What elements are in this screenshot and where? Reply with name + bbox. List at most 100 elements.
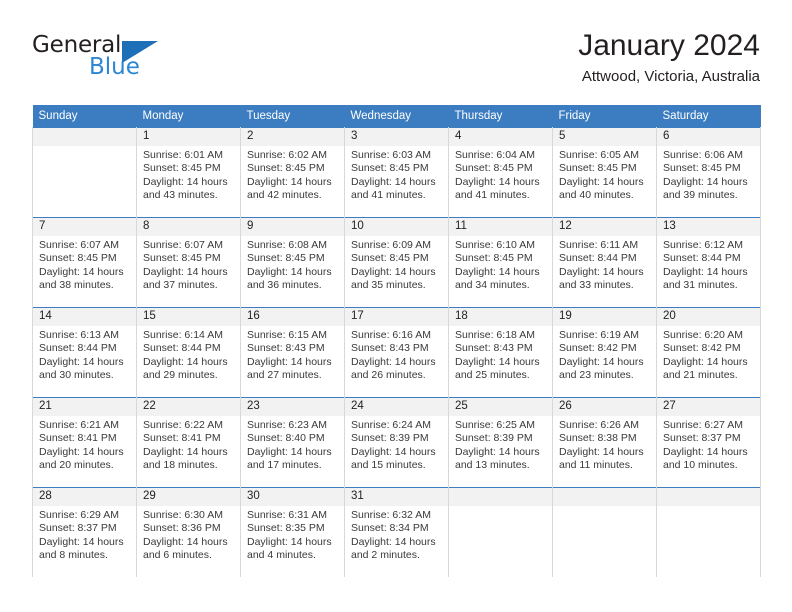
day-number (449, 488, 552, 506)
calendar-day-cell[interactable]: 17 Sunrise: 6:16 AM Sunset: 8:43 PM Dayligh… (344, 307, 449, 398)
calendar-day-cell[interactable]: 18 Sunrise: 6:18 AM Sunset: 8:43 PM Dayligh… (448, 307, 553, 398)
sunset-time: Sunset: 8:35 PM (247, 522, 325, 535)
weekday-header-wednesday: Wednesday (344, 105, 449, 128)
day-sun-info: Sunrise: 6:25 AM Sunset: 8:39 PM Daylight:… (449, 416, 552, 473)
daylight-duration-line2: and 23 minutes. (559, 369, 634, 382)
sunset-time: Sunset: 8:42 PM (663, 342, 741, 355)
sunset-time: Sunset: 8:44 PM (559, 252, 637, 265)
calendar-day-cell[interactable]: 23 Sunrise: 6:23 AM Sunset: 8:40 PM Dayligh… (240, 397, 345, 488)
calendar-day-cell[interactable]: 20 Sunrise: 6:20 AM Sunset: 8:42 PM Dayligh… (656, 307, 761, 398)
daylight-duration-line2: and 29 minutes. (143, 369, 218, 382)
daylight-duration-line1: Daylight: 14 hours (143, 355, 228, 368)
calendar-day-cell[interactable]: 6 Sunrise: 6:06 AM Sunset: 8:45 PM Daylight… (656, 127, 761, 218)
calendar-day-cell[interactable]: 26 Sunrise: 6:26 AM Sunset: 8:38 PM Dayligh… (552, 397, 657, 488)
day-sun-info: Sunrise: 6:24 AM Sunset: 8:39 PM Daylight:… (345, 416, 448, 473)
sunrise-time: Sunrise: 6:27 AM (663, 419, 743, 431)
daylight-duration-line2: and 13 minutes. (455, 459, 530, 472)
calendar-day-cell[interactable]: 2 Sunrise: 6:02 AM Sunset: 8:45 PM Daylight… (240, 127, 345, 218)
sunrise-time: Sunrise: 6:26 AM (559, 419, 639, 431)
day-cell-inner (33, 128, 136, 217)
calendar-day-cell[interactable]: 21 Sunrise: 6:21 AM Sunset: 8:41 PM Dayligh… (32, 397, 137, 488)
sunrise-time: Sunrise: 6:06 AM (663, 149, 743, 161)
calendar-day-cell[interactable]: 15 Sunrise: 6:14 AM Sunset: 8:44 PM Dayligh… (136, 307, 241, 398)
day-number: 10 (345, 218, 448, 236)
calendar-day-cell[interactable]: 31 Sunrise: 6:32 AM Sunset: 8:34 PM Dayligh… (344, 487, 449, 577)
calendar-day-cell[interactable]: 7 Sunrise: 6:07 AM Sunset: 8:45 PM Daylight… (32, 217, 137, 308)
calendar-day-cell[interactable]: 29 Sunrise: 6:30 AM Sunset: 8:36 PM Dayligh… (136, 487, 241, 577)
sunset-time: Sunset: 8:38 PM (559, 432, 637, 445)
calendar-day-cell[interactable]: 3 Sunrise: 6:03 AM Sunset: 8:45 PM Daylight… (344, 127, 449, 218)
day-sun-info: Sunrise: 6:26 AM Sunset: 8:38 PM Daylight:… (553, 416, 656, 473)
weekday-header-thursday: Thursday (448, 105, 553, 128)
sunrise-time: Sunrise: 6:30 AM (143, 509, 223, 521)
calendar-day-cell[interactable]: 5 Sunrise: 6:05 AM Sunset: 8:45 PM Daylight… (552, 127, 657, 218)
sunset-time: Sunset: 8:45 PM (455, 162, 533, 175)
calendar-day-cell[interactable]: 4 Sunrise: 6:04 AM Sunset: 8:45 PM Daylight… (448, 127, 553, 218)
day-sun-info: Sunrise: 6:09 AM Sunset: 8:45 PM Daylight:… (345, 236, 448, 293)
day-cell-inner: 13 Sunrise: 6:12 AM Sunset: 8:44 PM Dayligh… (657, 218, 760, 307)
calendar-day-cell[interactable]: 11 Sunrise: 6:10 AM Sunset: 8:45 PM Dayligh… (448, 217, 553, 308)
sunrise-time: Sunrise: 6:02 AM (247, 149, 327, 161)
calendar-day-cell[interactable]: 19 Sunrise: 6:19 AM Sunset: 8:42 PM Dayligh… (552, 307, 657, 398)
daylight-duration-line1: Daylight: 14 hours (247, 265, 332, 278)
daylight-duration-line2: and 38 minutes. (39, 279, 114, 292)
calendar-day-cell[interactable]: 30 Sunrise: 6:31 AM Sunset: 8:35 PM Dayligh… (240, 487, 345, 577)
day-sun-info: Sunrise: 6:13 AM Sunset: 8:44 PM Daylight:… (33, 326, 136, 383)
calendar-day-cell-empty (32, 127, 137, 218)
day-number (33, 128, 136, 146)
daylight-duration-line2: and 30 minutes. (39, 369, 114, 382)
sunset-time: Sunset: 8:41 PM (143, 432, 221, 445)
sunset-time: Sunset: 8:45 PM (143, 252, 221, 265)
day-number (657, 488, 760, 506)
day-number: 21 (33, 398, 136, 416)
calendar-day-cell[interactable]: 14 Sunrise: 6:13 AM Sunset: 8:44 PM Dayligh… (32, 307, 137, 398)
weekday-header-saturday: Saturday (656, 105, 761, 128)
calendar-day-cell[interactable]: 16 Sunrise: 6:15 AM Sunset: 8:43 PM Dayligh… (240, 307, 345, 398)
day-sun-info: Sunrise: 6:21 AM Sunset: 8:41 PM Daylight:… (33, 416, 136, 473)
title-block: January 2024 Attwood, Victoria, Australi… (578, 28, 760, 88)
day-cell-inner: 1 Sunrise: 6:01 AM Sunset: 8:45 PM Daylight… (137, 128, 240, 217)
daylight-duration-line1: Daylight: 14 hours (351, 175, 436, 188)
sunrise-time: Sunrise: 6:23 AM (247, 419, 327, 431)
calendar-day-cell[interactable]: 1 Sunrise: 6:01 AM Sunset: 8:45 PM Daylight… (136, 127, 241, 218)
sunrise-time: Sunrise: 6:22 AM (143, 419, 223, 431)
daylight-duration-line2: and 37 minutes. (143, 279, 218, 292)
calendar-day-cell[interactable]: 28 Sunrise: 6:29 AM Sunset: 8:37 PM Dayligh… (32, 487, 137, 577)
calendar-day-cell[interactable]: 25 Sunrise: 6:25 AM Sunset: 8:39 PM Dayligh… (448, 397, 553, 488)
daylight-duration-line2: and 33 minutes. (559, 279, 634, 292)
calendar-day-cell[interactable]: 13 Sunrise: 6:12 AM Sunset: 8:44 PM Dayligh… (656, 217, 761, 308)
calendar-day-cell[interactable]: 9 Sunrise: 6:08 AM Sunset: 8:45 PM Daylight… (240, 217, 345, 308)
daylight-duration-line2: and 34 minutes. (455, 279, 530, 292)
day-sun-info: Sunrise: 6:31 AM Sunset: 8:35 PM Daylight:… (241, 506, 344, 563)
day-cell-inner: 3 Sunrise: 6:03 AM Sunset: 8:45 PM Daylight… (345, 128, 448, 217)
calendar-day-cell[interactable]: 22 Sunrise: 6:22 AM Sunset: 8:41 PM Dayligh… (136, 397, 241, 488)
page-title: January 2024 (578, 29, 760, 62)
day-sun-info: Sunrise: 6:22 AM Sunset: 8:41 PM Daylight:… (137, 416, 240, 473)
calendar-day-cell[interactable]: 10 Sunrise: 6:09 AM Sunset: 8:45 PM Dayligh… (344, 217, 449, 308)
day-number: 6 (657, 128, 760, 146)
calendar-day-cell[interactable]: 12 Sunrise: 6:11 AM Sunset: 8:44 PM Dayligh… (552, 217, 657, 308)
day-sun-info: Sunrise: 6:06 AM Sunset: 8:45 PM Daylight:… (657, 146, 760, 203)
calendar-day-cell[interactable]: 27 Sunrise: 6:27 AM Sunset: 8:37 PM Dayligh… (656, 397, 761, 488)
calendar-day-cell-empty (656, 487, 761, 577)
day-number: 18 (449, 308, 552, 326)
daylight-duration-line2: and 41 minutes. (455, 189, 530, 202)
calendar-week-row: 21 Sunrise: 6:21 AM Sunset: 8:41 PM Dayligh… (32, 397, 761, 488)
daylight-duration-line1: Daylight: 14 hours (559, 265, 644, 278)
sunrise-time: Sunrise: 6:29 AM (39, 509, 119, 521)
sunrise-time: Sunrise: 6:01 AM (143, 149, 223, 161)
sunset-time: Sunset: 8:36 PM (143, 522, 221, 535)
logo-text-blue: Blue (89, 54, 140, 80)
daylight-duration-line2: and 25 minutes. (455, 369, 530, 382)
calendar-day-cell[interactable]: 24 Sunrise: 6:24 AM Sunset: 8:39 PM Dayligh… (344, 397, 449, 488)
day-cell-inner: 28 Sunrise: 6:29 AM Sunset: 8:37 PM Dayligh… (33, 488, 136, 577)
calendar-day-cell[interactable]: 8 Sunrise: 6:07 AM Sunset: 8:45 PM Daylight… (136, 217, 241, 308)
weekday-header-sunday: Sunday (32, 105, 137, 128)
day-cell-inner: 24 Sunrise: 6:24 AM Sunset: 8:39 PM Dayligh… (345, 398, 448, 487)
day-cell-inner: 4 Sunrise: 6:04 AM Sunset: 8:45 PM Daylight… (449, 128, 552, 217)
daylight-duration-line2: and 2 minutes. (351, 549, 420, 562)
day-cell-inner: 11 Sunrise: 6:10 AM Sunset: 8:45 PM Dayligh… (449, 218, 552, 307)
day-number: 25 (449, 398, 552, 416)
day-cell-inner: 10 Sunrise: 6:09 AM Sunset: 8:45 PM Dayligh… (345, 218, 448, 307)
sunrise-time: Sunrise: 6:16 AM (351, 329, 431, 341)
